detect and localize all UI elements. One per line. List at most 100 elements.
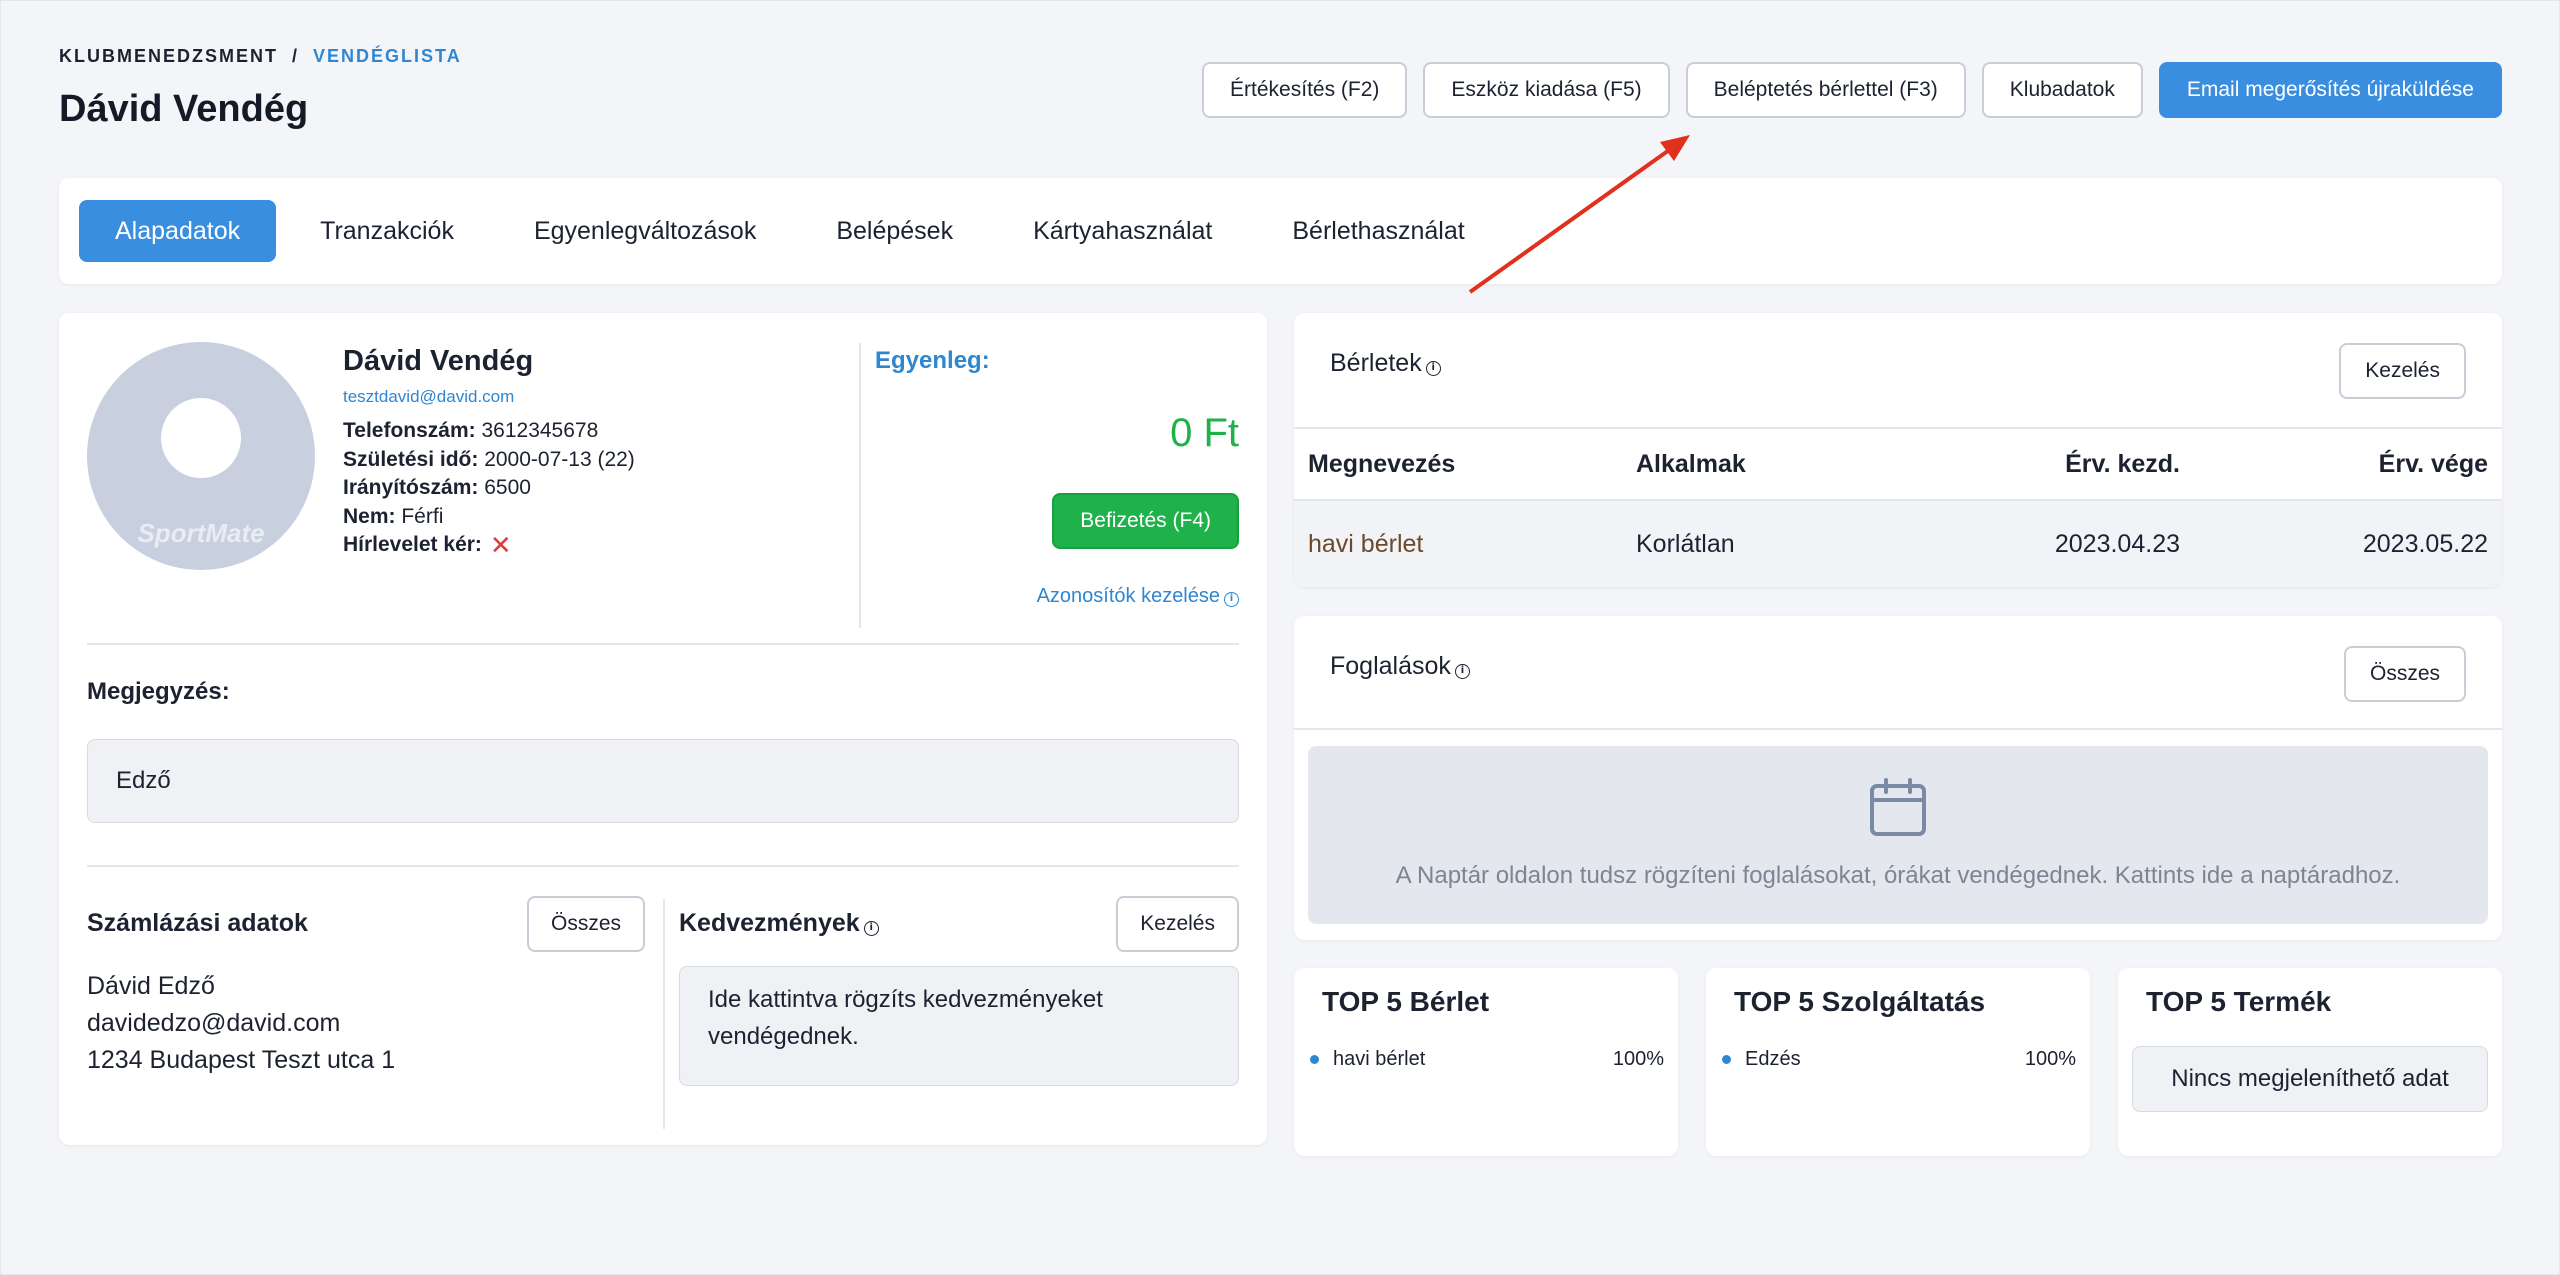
table-row[interactable]: havi bérlet Korlátlan 2023.04.23 2023.05… <box>1294 501 2502 587</box>
top5-item-label: Edzés <box>1745 1048 1801 1070</box>
tab-entries[interactable]: Belépések <box>800 200 989 262</box>
tab-balance-changes[interactable]: Egyenlegváltozások <box>498 200 792 262</box>
gender-row: Nem: Férfi <box>343 503 635 532</box>
page-title: Dávid Vendég <box>59 88 309 130</box>
tab-bar: Alapadatok Tranzakciók Egyenlegváltozáso… <box>59 178 2502 284</box>
phone-label: Telefonszám: <box>343 419 476 442</box>
manage-identifiers-label: Azonosítók kezelése <box>1036 585 1220 607</box>
passes-card: Bérletek i Kezelés Megnevezés Alkalmak Ér… <box>1294 313 2502 587</box>
header-actions: Értékesítés (F2) Eszköz kiadása (F5) Bel… <box>1202 62 2502 118</box>
vertical-divider <box>663 899 665 1129</box>
breadcrumb: KLUBMENEDZSMENT / VENDÉGLISTA <box>59 46 462 67</box>
pass-end-date: 2023.05.22 <box>2362 529 2488 558</box>
avatar-head-shape <box>161 398 241 478</box>
birth-label: Születési idő: <box>343 447 479 471</box>
billing-label: Számlázási adatok <box>87 909 308 937</box>
billing-name: Dávid Edző <box>87 972 215 1000</box>
discounts-empty-box[interactable]: Ide kattintva rögzíts kedvezményeket ven… <box>679 966 1239 1086</box>
zip-value: 6500 <box>484 476 531 499</box>
breadcrumb-root[interactable]: KLUBMENEDZSMENT <box>59 46 278 66</box>
list-item: Edzés 100% <box>1722 1048 2076 1071</box>
profile-card: SportMate Dávid Vendég tesztdavid@david.… <box>59 313 1267 1145</box>
breadcrumb-separator: / <box>292 46 300 66</box>
billing-details: Dávid Edző davidedzo@david.com 1234 Buda… <box>87 968 395 1079</box>
pass-start-date: 2023.04.23 <box>2054 529 2180 558</box>
payment-button[interactable]: Befizetés (F4) <box>1052 493 1239 549</box>
column-header-occasions: Alkalmak <box>1636 449 1746 478</box>
phone-row: Telefonszám: 3612345678 <box>343 417 635 446</box>
bookings-title: Foglalások i <box>1330 652 1470 681</box>
bullet-dot-icon <box>1722 1055 1731 1064</box>
passes-title: Bérletek i <box>1330 349 1441 378</box>
balance-label: Egyenleg: <box>875 347 990 374</box>
balance-value: 0 Ft <box>1170 411 1239 455</box>
billing-all-button[interactable]: Összes <box>527 896 646 952</box>
tab-basic-data[interactable]: Alapadatok <box>79 200 277 262</box>
zip-label: Irányítószám: <box>343 476 479 499</box>
tab-pass-usage[interactable]: Bérlethasználat <box>1256 200 1500 262</box>
newsletter-label: Hírlevelet kér: <box>343 533 482 556</box>
calendar-icon <box>1870 778 1926 836</box>
bookings-empty-state[interactable]: A Naptár oldalon tudsz rögzíteni foglalá… <box>1308 746 2488 924</box>
top5-passes-card: TOP 5 Bérlet havi bérlet 100% <box>1294 968 1678 1156</box>
guest-name: Dávid Vendég <box>343 345 534 377</box>
top5-item-label: havi bérlet <box>1333 1048 1426 1070</box>
top5-item-percent: 100% <box>1612 1048 1664 1070</box>
phone-value: 3612345678 <box>481 419 599 442</box>
info-icon: i <box>1454 664 1470 679</box>
pass-occasions: Korlátlan <box>1636 529 1735 558</box>
note-label: Megjegyzés: <box>87 678 230 705</box>
sales-button[interactable]: Értékesítés (F2) <box>1202 62 1408 118</box>
close-icon: ✕ <box>489 530 512 560</box>
info-icon: i <box>1224 592 1239 607</box>
top5-services-title: TOP 5 Szolgáltatás <box>1734 986 1986 1017</box>
discounts-manage-button[interactable]: Kezelés <box>1116 896 1239 952</box>
column-header-name: Megnevezés <box>1308 449 1456 478</box>
tab-transactions[interactable]: Tranzakciók <box>284 200 490 262</box>
discounts-label: Kedvezmények i <box>679 909 879 938</box>
sportmate-logo: SportMate <box>137 518 265 548</box>
no-data-message: Nincs megjeleníthető adat <box>2132 1046 2488 1112</box>
gender-label: Nem: <box>343 504 396 528</box>
column-header-end: Érv. vége <box>2378 449 2488 478</box>
birth-row: Születési idő: 2000-07-13 (22) <box>343 446 635 475</box>
pass-name: havi bérlet <box>1308 529 1424 558</box>
bullet-dot-icon <box>1310 1055 1319 1064</box>
top5-products-card: TOP 5 Termék Nincs megjeleníthető adat <box>2118 968 2502 1156</box>
vertical-divider <box>859 343 861 628</box>
divider <box>1294 728 2502 730</box>
checkin-with-pass-button[interactable]: Beléptetés bérlettel (F3) <box>1685 62 1966 118</box>
tab-card-usage[interactable]: Kártyahasználat <box>997 200 1248 262</box>
passes-table-header: Megnevezés Alkalmak Érv. kezd. Érv. vége <box>1294 427 2502 501</box>
bookings-title-text: Foglalások <box>1330 652 1451 680</box>
bookings-card: Foglalások i Összes A Naptár oldalon tuds… <box>1294 616 2502 940</box>
club-data-button[interactable]: Klubadatok <box>1981 62 2143 118</box>
top5-services-card: TOP 5 Szolgáltatás Edzés 100% <box>1706 968 2090 1156</box>
note-field[interactable]: Edző <box>87 739 1239 823</box>
top5-passes-title: TOP 5 Bérlet <box>1322 986 1490 1017</box>
divider <box>87 643 1239 645</box>
passes-title-text: Bérletek <box>1330 349 1422 377</box>
breadcrumb-current[interactable]: VENDÉGLISTA <box>313 46 462 66</box>
top5-item-percent: 100% <box>2024 1048 2076 1070</box>
manage-identifiers-link[interactable]: Azonosítók kezelése i <box>1037 585 1239 608</box>
top5-products-title: TOP 5 Termék <box>2146 986 2332 1017</box>
bookings-all-button[interactable]: Összes <box>2343 646 2466 702</box>
bookings-empty-text: A Naptár oldalon tudsz rögzíteni foglalá… <box>1395 862 2401 889</box>
zip-row: Irányítószám: 6500 <box>343 474 635 503</box>
guest-email[interactable]: tesztdavid@david.com <box>343 387 514 407</box>
billing-address: 1234 Budapest Teszt utca 1 <box>87 1046 396 1074</box>
newsletter-row: Hírlevelet kér: ✕ <box>343 531 635 560</box>
gender-value: Férfi <box>401 504 444 528</box>
divider <box>87 865 1239 867</box>
discounts-label-text: Kedvezmények <box>679 909 860 937</box>
resend-email-confirmation-button[interactable]: Email megerősítés újraküldése <box>2158 62 2502 118</box>
info-icon: i <box>863 921 879 936</box>
avatar: SportMate <box>87 342 315 570</box>
list-item: havi bérlet 100% <box>1310 1048 1664 1071</box>
info-icon: i <box>1425 361 1441 376</box>
passes-manage-button[interactable]: Kezelés <box>2339 343 2466 399</box>
equipment-issue-button[interactable]: Eszköz kiadása (F5) <box>1423 62 1670 118</box>
birth-value: 2000-07-13 (22) <box>484 447 635 471</box>
guest-details: Telefonszám: 3612345678 Születési idő: 2… <box>343 417 635 560</box>
